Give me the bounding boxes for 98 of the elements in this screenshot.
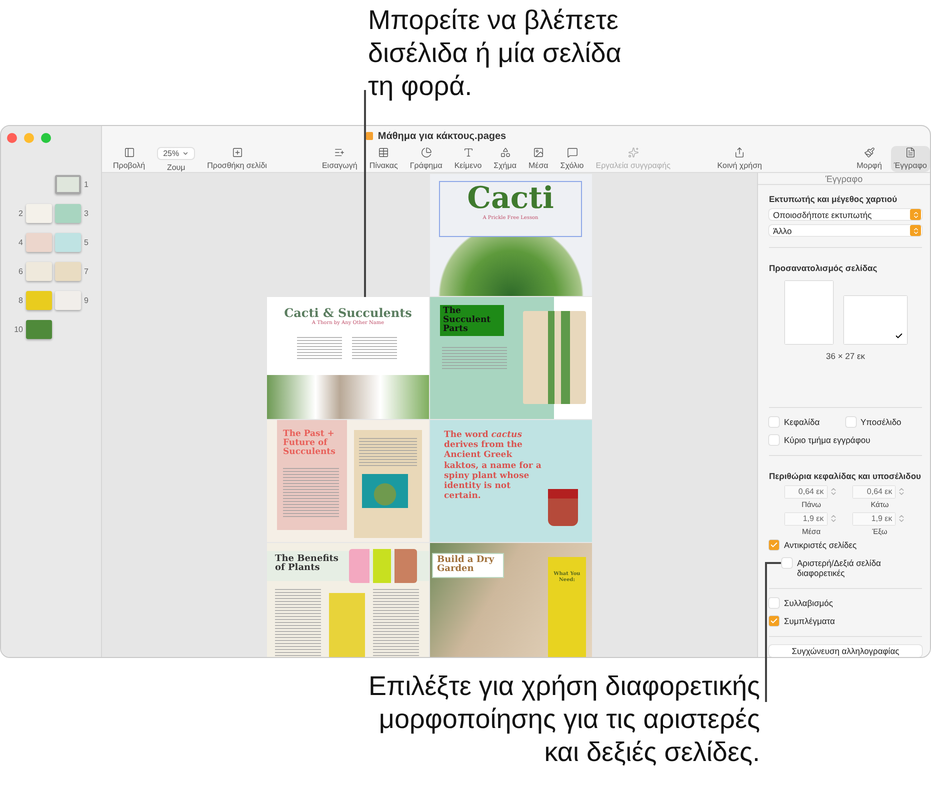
zoom-label: Ζουμ bbox=[166, 163, 186, 172]
zoom-dropdown[interactable]: 25% bbox=[157, 147, 196, 160]
checkbox-label: Υποσέλιδο bbox=[860, 417, 902, 428]
sparkle-icon bbox=[628, 147, 639, 158]
toolbar-button[interactable]: Σχόλιο bbox=[557, 146, 587, 172]
page-number: 8 bbox=[18, 296, 23, 305]
landscape-option[interactable] bbox=[844, 296, 906, 344]
toolbar-button[interactable]: Γράφημα bbox=[406, 146, 446, 172]
margin-field[interactable]: 0,64 εκ bbox=[853, 486, 896, 498]
page-thumbnail[interactable] bbox=[55, 204, 81, 223]
list-icon bbox=[334, 147, 346, 158]
checkbox[interactable] bbox=[769, 616, 779, 626]
toolbar-button[interactable]: Κοινή χρήση bbox=[714, 146, 766, 172]
page-thumbnail[interactable] bbox=[26, 233, 52, 252]
cactus-photo bbox=[362, 474, 408, 508]
toolbar-button[interactable]: Σχήμα bbox=[490, 146, 520, 172]
checkmark-icon bbox=[894, 332, 902, 340]
stepper-icon bbox=[897, 514, 906, 524]
checkbox-label: Συμπλέγματα bbox=[784, 616, 835, 626]
stepper-icon bbox=[828, 514, 838, 524]
text-box-icon bbox=[462, 147, 474, 158]
toolbar-button[interactable]: Πίνακας bbox=[366, 146, 401, 172]
page-thumbnail[interactable] bbox=[26, 204, 52, 223]
toolbar-button[interactable]: Προσθήκη σελίδι bbox=[204, 146, 270, 172]
plus-square-icon bbox=[232, 147, 243, 158]
checkbox[interactable] bbox=[769, 417, 779, 428]
page-thumbnail[interactable] bbox=[55, 291, 81, 310]
stepper-icon bbox=[910, 209, 921, 220]
checkbox[interactable] bbox=[769, 435, 779, 446]
toolbar-button[interactable]: Μορφή bbox=[854, 146, 885, 172]
checkbox[interactable] bbox=[782, 558, 792, 568]
page-number: 5 bbox=[84, 238, 90, 247]
page-number: 3 bbox=[84, 209, 90, 218]
page-title: The Past + Future of Succulents bbox=[283, 430, 336, 457]
page-thumbnail[interactable] bbox=[26, 291, 52, 310]
info-card bbox=[329, 593, 365, 657]
margin-field[interactable]: 1,9 εκ bbox=[853, 512, 896, 525]
checkbox[interactable] bbox=[769, 598, 779, 608]
checkbox-label: Κεφαλίδα bbox=[784, 417, 820, 428]
page-title: Cacti & Succulents bbox=[283, 307, 413, 320]
toolbar-button[interactable]: Προβολή bbox=[110, 146, 148, 172]
sidebar-icon bbox=[124, 147, 135, 158]
page-number: 4 bbox=[18, 238, 23, 247]
page-thumbnail[interactable] bbox=[55, 262, 81, 281]
paper-size: 36 × 27 εκ bbox=[825, 350, 866, 361]
mail-merge-button[interactable]: Συγχώνευση αλληλογραφίας bbox=[769, 645, 922, 657]
window-title: Μάθημα για κάκτους.pages bbox=[378, 130, 506, 142]
document-icon bbox=[904, 147, 916, 158]
image-icon bbox=[532, 147, 544, 158]
toolbar-button[interactable]: Μέσα bbox=[525, 146, 552, 172]
page-title: The Succulent Parts bbox=[440, 305, 504, 336]
margin-field[interactable]: 1,9 εκ bbox=[784, 512, 827, 525]
page-number: 1 bbox=[84, 180, 90, 189]
speech-bubble-icon bbox=[566, 147, 578, 158]
stepper-icon bbox=[897, 487, 906, 496]
minimize-button[interactable] bbox=[24, 133, 34, 143]
table-icon bbox=[378, 147, 390, 158]
toolbar-button[interactable]: Κείμενο bbox=[451, 146, 485, 172]
section-heading: Περιθώρια κεφαλίδας και υποσέλιδου bbox=[769, 470, 922, 481]
share-icon bbox=[734, 147, 746, 158]
page-thumbnail[interactable] bbox=[55, 233, 81, 252]
stepper-icon bbox=[828, 487, 838, 496]
checkbox-label: Κύριο τμήμα εγγράφου bbox=[784, 435, 870, 446]
potted-cacti-drawing bbox=[349, 549, 417, 583]
page-number: 6 bbox=[18, 267, 23, 276]
checkbox-label: Συλλαβισμός bbox=[784, 598, 833, 608]
toolbar-button[interactable]: Εισαγωγή bbox=[318, 146, 360, 172]
page-thumbnail[interactable] bbox=[26, 320, 52, 339]
checkbox[interactable] bbox=[846, 417, 856, 428]
pie-chart-icon bbox=[420, 147, 432, 158]
page-title: The Benefits of Plants bbox=[275, 555, 340, 574]
page-number: 9 bbox=[84, 296, 90, 305]
page-number: 10 bbox=[13, 325, 23, 334]
checkbox[interactable] bbox=[769, 540, 779, 550]
toolbar-button[interactable]: Έγγραφο bbox=[890, 146, 930, 172]
portrait-option[interactable] bbox=[784, 280, 832, 344]
checkbox-label: Αριστερή/Δεξιά σελίδα διαφορετικές bbox=[797, 558, 882, 578]
callout-text: Μπορείτε να βλέπετε δισέλιδα ή μία σελίδα τη φορά. bbox=[367, 4, 622, 103]
page-thumbnail[interactable] bbox=[55, 175, 81, 194]
margin-field[interactable]: 0,64 εκ bbox=[784, 486, 827, 498]
stepper-icon bbox=[910, 225, 921, 236]
paintbrush-icon bbox=[864, 147, 875, 158]
section-heading: Εκτυπωτής και μέγεθος χαρτιού bbox=[769, 194, 898, 204]
page-number: 2 bbox=[18, 209, 23, 218]
callout-text: Επιλέξτε για χρήση διαφορετικής μορφοποίησης για τις αριστερές και δεξιές σελίδες. bbox=[367, 670, 761, 769]
close-button[interactable] bbox=[7, 133, 17, 143]
page-number: 7 bbox=[84, 267, 90, 276]
page-title: Build a Dry Garden bbox=[432, 553, 504, 578]
popup-menu[interactable]: Οποιοσδήποτε εκτυπωτής bbox=[769, 209, 922, 220]
section-heading: Προσανατολισμός σελίδας bbox=[769, 262, 878, 273]
cover-title: Cacti bbox=[467, 183, 554, 214]
chevron-down-icon bbox=[182, 150, 190, 157]
shapes-icon bbox=[500, 147, 511, 158]
zoom-button[interactable] bbox=[41, 133, 51, 143]
popup-menu[interactable]: Άλλο bbox=[769, 225, 922, 236]
quote-text: The word cactus derives from the Ancient Greek kaktos, a name for a spiny plant whose identity is not certain. bbox=[444, 430, 542, 502]
checkbox-label: Αντικριστές σελίδες bbox=[784, 540, 857, 550]
page-thumbnail[interactable] bbox=[26, 262, 52, 281]
